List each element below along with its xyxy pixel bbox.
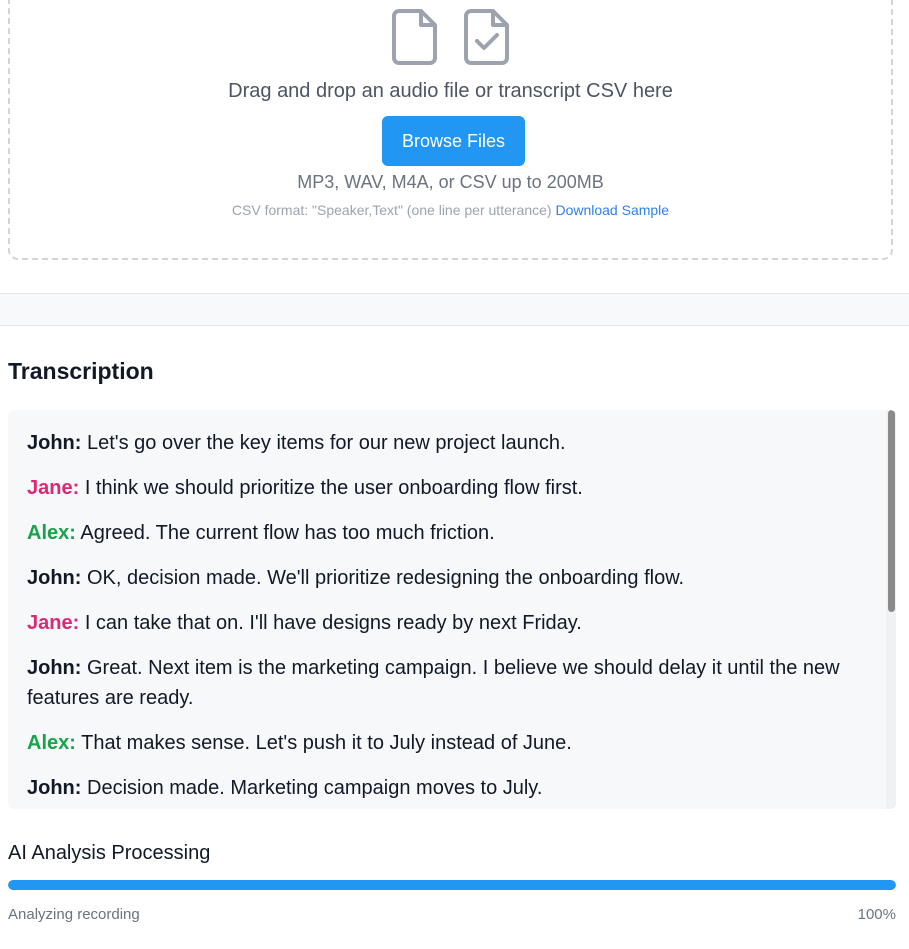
utterance-text: OK, decision made. We'll prioritize rede…: [87, 567, 685, 589]
scrollbar-thumb[interactable]: [888, 410, 895, 612]
speaker-name: John:: [27, 432, 82, 454]
transcript-utterance: Jane: I can take that on. I'll have desi…: [27, 608, 860, 638]
speaker-name: Jane:: [27, 612, 80, 634]
section-divider: [0, 293, 909, 326]
file-icons: [10, 8, 891, 66]
transcript-panel[interactable]: John: Let's go over the key items for ou…: [8, 410, 896, 809]
transcription-title: Transcription: [8, 358, 154, 384]
file-check-icon: [463, 8, 511, 66]
analysis-progress-bar: [8, 880, 896, 890]
analysis-progress-label: AI Analysis Processing: [8, 842, 211, 864]
transcript-utterance: John: Let's go over the key items for ou…: [27, 428, 860, 458]
upload-dropzone[interactable]: Drag and drop an audio file or transcrip…: [8, 0, 893, 260]
analysis-status: Analyzing recording: [8, 906, 140, 923]
speaker-name: Jane:: [27, 477, 80, 499]
csv-format-note: CSV format: "Speaker,Text" (one line per…: [10, 202, 891, 218]
supported-formats: MP3, WAV, M4A, or CSV up to 200MB: [297, 172, 604, 192]
transcript-utterance: Alex: That makes sense. Let's push it to…: [27, 728, 860, 758]
utterance-text: I think we should prioritize the user on…: [84, 477, 583, 499]
utterance-text: Let's go over the key items for our new …: [87, 432, 566, 454]
speaker-name: John:: [27, 567, 82, 589]
file-icon: [391, 8, 439, 66]
utterance-text: That makes sense. Let's push it to July …: [81, 732, 572, 754]
analysis-percent: 100%: [857, 906, 896, 923]
speaker-name: Alex:: [27, 522, 76, 544]
download-sample-link[interactable]: Download Sample: [555, 202, 669, 218]
csv-format-text: CSV format: "Speaker,Text" (one line per…: [231, 202, 552, 218]
speaker-name: John:: [27, 777, 82, 799]
browse-files-button[interactable]: Browse Files: [382, 116, 525, 166]
speaker-name: John:: [27, 657, 82, 679]
dropzone-prompt: Drag and drop an audio file or transcrip…: [228, 80, 673, 102]
transcript-utterance: John: OK, decision made. We'll prioritiz…: [27, 563, 860, 593]
transcript-utterance: John: Decision made. Marketing campaign …: [27, 773, 860, 803]
speaker-name: Alex:: [27, 732, 76, 754]
analysis-progress-fill: [8, 880, 896, 890]
utterance-text: Agreed. The current flow has too much fr…: [80, 522, 495, 544]
utterance-text: Decision made. Marketing campaign moves …: [87, 777, 543, 799]
utterance-text: Great. Next item is the marketing campai…: [27, 657, 840, 709]
utterance-text: I can take that on. I'll have designs re…: [84, 612, 582, 634]
transcript-utterance: Alex: Agreed. The current flow has too m…: [27, 518, 860, 548]
transcript-utterance: Jane: I think we should prioritize the u…: [27, 473, 860, 503]
transcript-utterance: John: Great. Next item is the marketing …: [27, 653, 860, 713]
scrollbar-track[interactable]: [886, 410, 896, 809]
